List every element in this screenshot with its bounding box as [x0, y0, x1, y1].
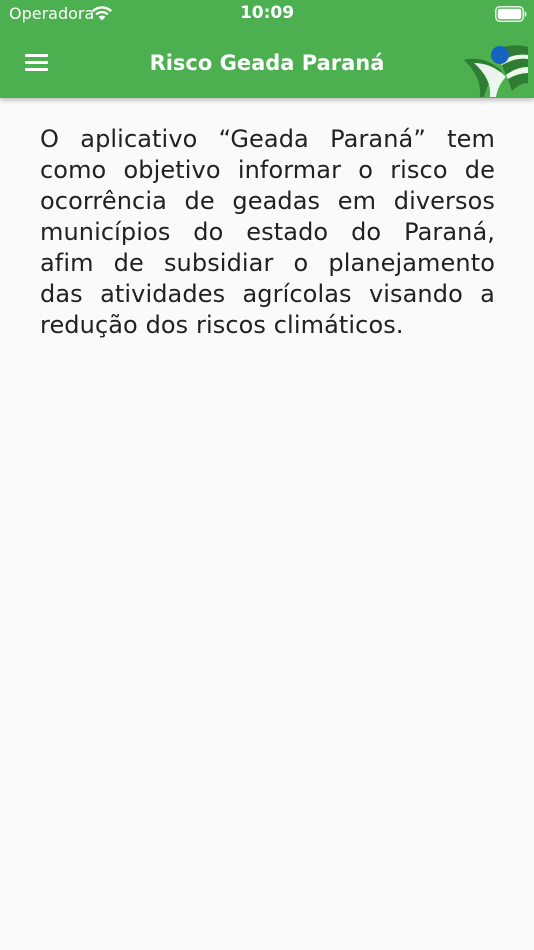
page-title: Risco Geada Paraná: [149, 51, 385, 75]
status-time: 10:09: [239, 3, 295, 23]
app-bar: Operadora 10:09 Risco Geada Paraná: [0, 0, 534, 98]
geada-parana-logo-icon: [464, 45, 528, 97]
status-bar: Operadora 10:09: [0, 0, 534, 28]
battery-icon: [495, 6, 527, 22]
app-description: O aplicativo “Geada Paraná” tem como obj…: [40, 125, 495, 339]
